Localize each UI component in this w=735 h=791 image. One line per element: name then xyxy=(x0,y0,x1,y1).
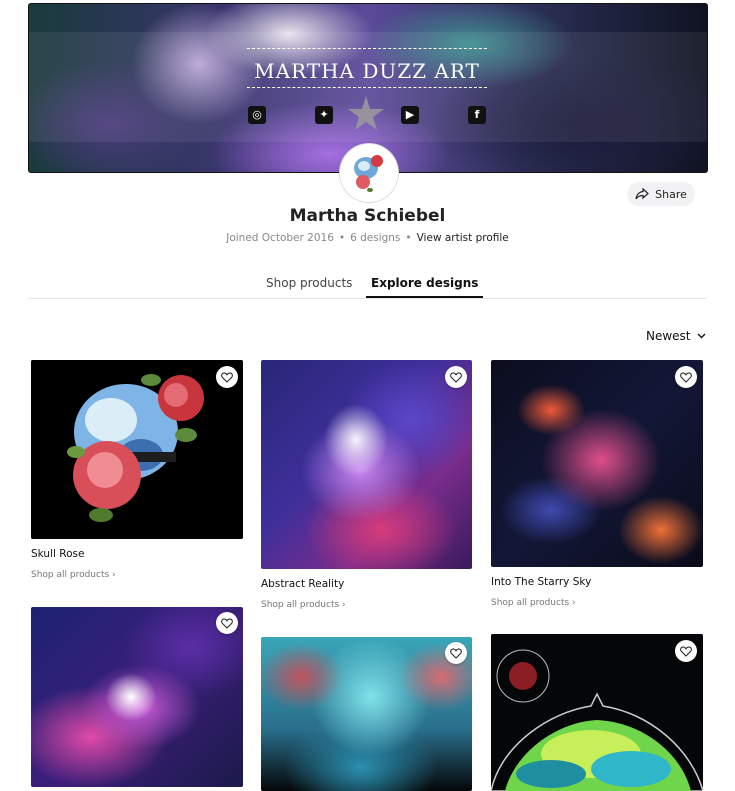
sort-dropdown[interactable]: Newest xyxy=(646,329,706,343)
tab-shop-products[interactable]: Shop products xyxy=(266,276,352,290)
instagram-icon[interactable]: ◎ xyxy=(248,106,266,124)
favorite-button[interactable] xyxy=(216,612,238,634)
youtube-icon[interactable]: ▶ xyxy=(401,106,419,124)
twitter-icon[interactable]: ✦ xyxy=(315,106,333,124)
shop-all-products-label: Shop all products xyxy=(261,600,340,610)
separator-dot: • xyxy=(338,232,346,244)
share-label: Share xyxy=(655,187,687,201)
share-icon xyxy=(635,188,650,200)
heart-icon xyxy=(680,371,692,383)
artist-avatar[interactable] xyxy=(340,144,398,202)
shop-all-products-link[interactable]: Shop all products › xyxy=(261,600,346,610)
favorite-button[interactable] xyxy=(675,640,697,662)
design-image[interactable] xyxy=(491,360,703,567)
favorite-button[interactable] xyxy=(445,366,467,388)
shop-all-products-label: Shop all products xyxy=(491,598,570,608)
tab-explore-designs[interactable]: Explore designs xyxy=(366,276,484,298)
design-title[interactable]: Skull Rose xyxy=(31,548,84,560)
artist-meta: Joined October 2016 • 6 designs • View artis… xyxy=(0,232,735,244)
shop-all-products-link[interactable]: Shop all products › xyxy=(491,598,576,608)
heart-icon xyxy=(450,647,462,659)
skull-rose-art xyxy=(31,360,243,539)
shop-all-products-label: Shop all products xyxy=(31,570,110,580)
tab-bar: Shop products Explore designs xyxy=(28,276,706,299)
share-button[interactable]: Share xyxy=(627,182,695,206)
skull-rose-avatar-image xyxy=(342,146,396,200)
designs-count: 6 designs xyxy=(350,232,401,244)
joined-date: Joined October 2016 xyxy=(226,232,334,244)
view-artist-profile-link[interactable]: View artist profile xyxy=(417,232,509,244)
banner-title: MARTHA DUZZ ART xyxy=(254,59,480,83)
favorite-button[interactable] xyxy=(445,642,467,664)
banner-title-frame: MARTHA DUZZ ART xyxy=(247,48,487,88)
design-image[interactable] xyxy=(261,360,472,569)
sort-label: Newest xyxy=(646,329,691,343)
star-icon xyxy=(348,96,384,130)
design-image[interactable] xyxy=(31,607,243,787)
heart-icon xyxy=(680,645,692,657)
favorite-button[interactable] xyxy=(675,366,697,388)
design-image[interactable] xyxy=(261,637,472,791)
favorite-button[interactable] xyxy=(216,366,238,388)
artist-name: Martha Schiebel xyxy=(289,206,446,226)
separator-dot: • xyxy=(405,232,412,244)
heart-icon xyxy=(450,371,462,383)
design-title[interactable]: Into The Starry Sky xyxy=(491,576,591,588)
facebook-icon[interactable]: f xyxy=(468,106,486,124)
heart-icon xyxy=(221,371,233,383)
chevron-down-icon xyxy=(697,333,706,339)
heart-icon xyxy=(221,617,233,629)
design-image[interactable] xyxy=(31,360,243,539)
design-image[interactable] xyxy=(491,634,703,791)
planet-art xyxy=(491,634,703,791)
shop-all-products-link[interactable]: Shop all products › xyxy=(31,570,116,580)
design-title[interactable]: Abstract Reality xyxy=(261,578,344,590)
